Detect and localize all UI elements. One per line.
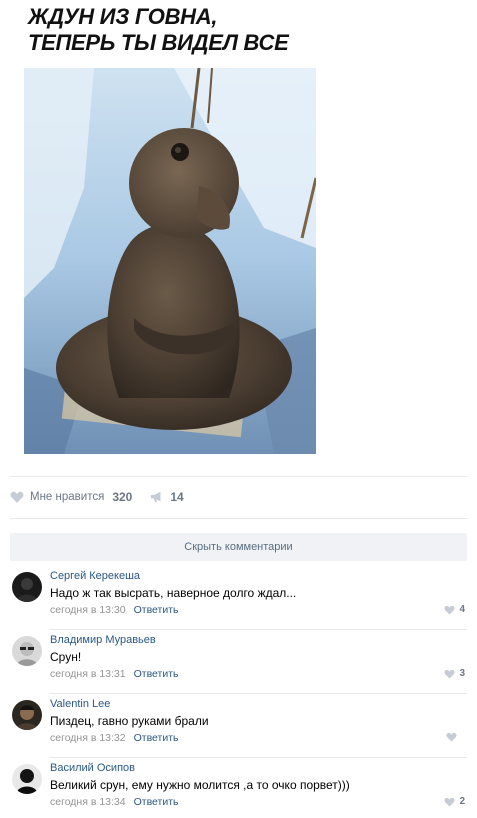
- meme-caption: ЖДУН ИЗ ГОВНА, ТЕПЕРЬ ТЫ ВИДЕЛ ВСЕ: [28, 4, 318, 56]
- hide-comments-button[interactable]: Скрыть комментарии: [10, 533, 467, 561]
- actions-divider: [10, 518, 467, 519]
- comment-like-count: 4: [459, 604, 465, 615]
- reply-link[interactable]: Ответить: [134, 796, 179, 808]
- comment-time[interactable]: сегодня в 13:31: [50, 668, 126, 680]
- like-button[interactable]: Мне нравится 320: [10, 490, 132, 504]
- comment-text: Надо ж так высрать, наверное долго ждал.…: [50, 586, 297, 600]
- comment-like-button[interactable]: 2: [444, 796, 465, 807]
- comment-author[interactable]: Владимир Муравьев: [50, 634, 156, 646]
- comment-like-button[interactable]: [446, 732, 465, 742]
- avatar[interactable]: [12, 700, 42, 730]
- share-button[interactable]: 14: [150, 490, 184, 504]
- heart-icon: [444, 605, 455, 614]
- heart-icon: [444, 669, 455, 678]
- megaphone-icon: [151, 491, 161, 503]
- comment-author[interactable]: Сергей Керекеша: [50, 570, 140, 582]
- comment-text: Срун!: [50, 650, 82, 664]
- heart-icon: [446, 732, 457, 742]
- share-count: 14: [170, 490, 184, 504]
- comment-item: Василий Осипов Великий срун, ему нужно м…: [10, 758, 467, 818]
- comment-item: Valentin Lee Пиздец, гавно руками брали …: [10, 694, 467, 758]
- reply-link[interactable]: Ответить: [134, 732, 179, 744]
- comment-item: Сергей Керекеша Надо ж так высрать, наве…: [10, 566, 467, 630]
- heart-icon: [444, 797, 455, 806]
- comment-like-button[interactable]: 3: [444, 668, 465, 679]
- comment-like-count: 2: [459, 796, 465, 807]
- reply-link[interactable]: Ответить: [134, 604, 179, 616]
- comment-item: Владимир Муравьев Срун! сегодня в 13:31 О…: [10, 630, 467, 694]
- comment-like-count: 3: [459, 668, 465, 679]
- post-image[interactable]: ЖДУН ИЗ ГОВНА, ТЕПЕРЬ ТЫ ВИДЕЛ ВСЕ: [10, 0, 326, 460]
- meme-caption-line2: ТЕПЕРЬ ТЫ ВИДЕЛ ВСЕ: [28, 30, 289, 55]
- comment-time[interactable]: сегодня в 13:32: [50, 732, 126, 744]
- comment-meta: сегодня в 13:32 Ответить: [50, 732, 179, 744]
- comment-text: Великий срун, ему нужно молится ,а то оч…: [50, 778, 350, 792]
- like-label: Мне нравится: [30, 491, 105, 503]
- comment-like-button[interactable]: 4: [444, 604, 465, 615]
- comment-author[interactable]: Василий Осипов: [50, 762, 135, 774]
- comment-author[interactable]: Valentin Lee: [50, 698, 110, 710]
- comment-time[interactable]: сегодня в 13:30: [50, 604, 126, 616]
- like-count: 320: [112, 490, 133, 504]
- comment-meta: сегодня в 13:30 Ответить: [50, 604, 179, 616]
- heart-icon: [10, 491, 24, 503]
- photo-snow-sculpture: [24, 68, 316, 454]
- avatar[interactable]: [12, 572, 42, 602]
- avatar[interactable]: [12, 764, 42, 794]
- post-divider: [10, 476, 467, 477]
- comment-time[interactable]: сегодня в 13:34: [50, 796, 126, 808]
- comment-text: Пиздец, гавно руками брали: [50, 714, 209, 728]
- meme-caption-line1: ЖДУН ИЗ ГОВНА,: [28, 4, 218, 29]
- avatar[interactable]: [12, 636, 42, 666]
- comment-meta: сегодня в 13:34 Ответить: [50, 796, 179, 808]
- post-actions: Мне нравится 320 14: [10, 486, 184, 508]
- reply-link[interactable]: Ответить: [134, 668, 179, 680]
- comment-meta: сегодня в 13:31 Ответить: [50, 668, 179, 680]
